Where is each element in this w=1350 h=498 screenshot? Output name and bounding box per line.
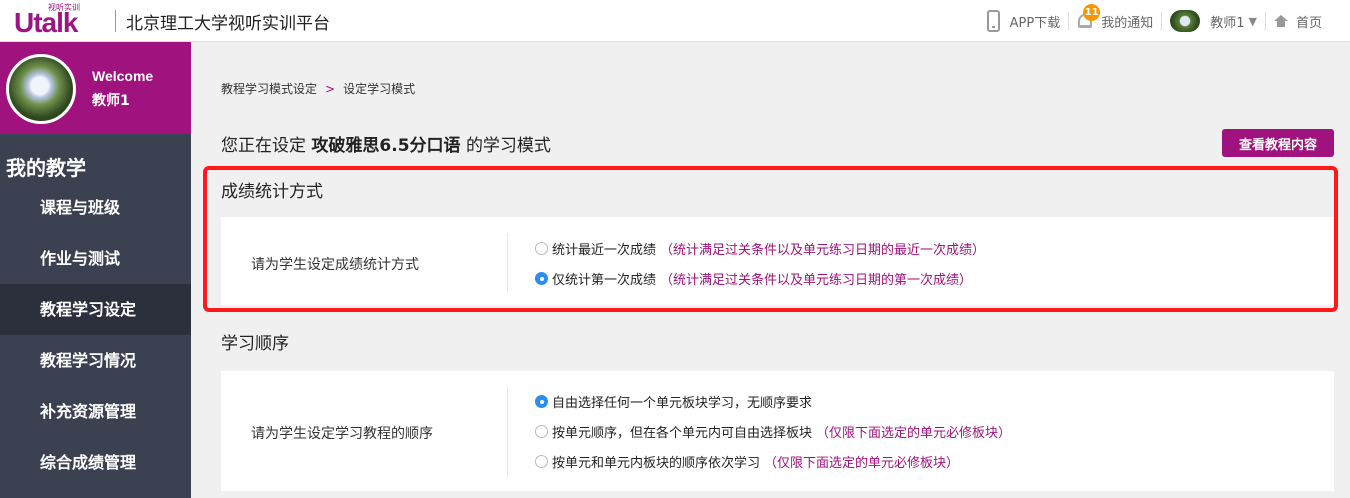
course-name: 攻破雅思6.5分口语 bbox=[311, 136, 461, 156]
score-section-title: 成绩统计方式 bbox=[221, 182, 323, 202]
menu-title: 我的教学 bbox=[6, 156, 86, 180]
breadcrumb: 教程学习模式设定 > 设定学习模式 bbox=[221, 80, 415, 97]
profile-name: 教师1 bbox=[92, 93, 130, 109]
avatar bbox=[1170, 10, 1201, 32]
breadcrumb-current: 设定学习模式 bbox=[343, 82, 416, 96]
app-download-link[interactable]: APP下载 bbox=[979, 0, 1069, 42]
welcome-text: Welcome bbox=[92, 68, 154, 84]
panel-divider bbox=[507, 387, 508, 477]
option-note: （统计满足过关条件以及单元练习日期的第一次成绩） bbox=[660, 273, 973, 288]
home-link[interactable]: 首页 bbox=[1266, 0, 1330, 42]
order-panel: 请为学生设定学习教程的顺序 自由选择任何一个单元板块学习，无顺序要求 按单元顺序… bbox=[221, 371, 1334, 491]
score-option-latest[interactable]: 统计最近一次成绩 （统计满足过关条件以及单元练习日期的最近一次成绩） bbox=[535, 239, 985, 258]
logo-divider bbox=[115, 10, 116, 32]
phone-icon bbox=[986, 10, 1000, 32]
notifications-link[interactable]: 11 我的通知 bbox=[1069, 0, 1161, 42]
title-suffix: 的学习模式 bbox=[465, 136, 551, 156]
radio-unchecked[interactable] bbox=[535, 242, 548, 255]
user-menu[interactable]: 教师1 ▼ bbox=[1162, 0, 1265, 42]
bell-icon: 11 bbox=[1077, 4, 1101, 30]
sidebar-item-homework[interactable]: 作业与测试 bbox=[0, 233, 191, 284]
sidebar-item-courses[interactable]: 课程与班级 bbox=[0, 182, 191, 233]
user-name: 教师1 bbox=[1210, 15, 1245, 31]
app-download-label: APP下载 bbox=[1009, 15, 1061, 31]
option-text: 按单元和单元内板块的顺序依次学习 bbox=[552, 456, 761, 471]
radio-checked[interactable] bbox=[535, 395, 548, 408]
top-bar: 视听实训 Utalk 北京理工大学视听实训平台 APP下载 11 我的通知 教师… bbox=[0, 0, 1350, 42]
order-setting-label: 请为学生设定学习教程的顺序 bbox=[251, 426, 433, 442]
option-text: 统计最近一次成绩 bbox=[552, 243, 657, 258]
main-content: 教程学习模式设定 > 设定学习模式 您正在设定 攻破雅思6.5分口语 的学习模式 查… bbox=[191, 42, 1350, 498]
user-profile: Welcome 教师1 bbox=[0, 42, 191, 134]
option-text: 自由选择任何一个单元板块学习，无顺序要求 bbox=[552, 396, 813, 411]
score-setting-label: 请为学生设定成绩统计方式 bbox=[251, 257, 419, 273]
platform-title: 北京理工大学视听实训平台 bbox=[126, 14, 330, 34]
sidebar-item-tutorial-progress[interactable]: 教程学习情况 bbox=[0, 335, 191, 386]
option-text: 按单元顺序，但在各个单元内可自由选择板块 bbox=[552, 426, 813, 441]
option-note: （仅限下面选定的单元必修板块） bbox=[816, 426, 1012, 441]
breadcrumb-link[interactable]: 教程学习模式设定 bbox=[221, 82, 317, 96]
radio-checked[interactable] bbox=[535, 272, 548, 285]
home-label: 首页 bbox=[1295, 15, 1322, 31]
page-title: 您正在设定 攻破雅思6.5分口语 的学习模式 bbox=[221, 131, 551, 156]
order-option-unit-sequence[interactable]: 按单元顺序，但在各个单元内可自由选择板块 （仅限下面选定的单元必修板块） bbox=[535, 422, 1011, 441]
title-prefix: 您正在设定 bbox=[221, 136, 306, 156]
radio-unchecked[interactable] bbox=[535, 455, 548, 468]
breadcrumb-separator: > bbox=[325, 82, 336, 96]
score-option-first[interactable]: 仅统计第一次成绩 （统计满足过关条件以及单元练习日期的第一次成绩） bbox=[535, 269, 972, 288]
option-text: 仅统计第一次成绩 bbox=[552, 273, 657, 288]
sidebar-item-grades[interactable]: 综合成绩管理 bbox=[0, 437, 191, 488]
radio-unchecked[interactable] bbox=[535, 425, 548, 438]
order-option-strict-sequence[interactable]: 按单元和单元内板块的顺序依次学习 （仅限下面选定的单元必修板块） bbox=[535, 452, 959, 471]
option-note: （仅限下面选定的单元必修板块） bbox=[764, 456, 960, 471]
order-section-title: 学习顺序 bbox=[221, 334, 289, 354]
sidebar: Welcome 教师1 我的教学 课程与班级 作业与测试 教程学习设定 教程学习… bbox=[0, 42, 191, 498]
sidebar-item-resources[interactable]: 补充资源管理 bbox=[0, 386, 191, 437]
sidebar-item-tutorial-settings[interactable]: 教程学习设定 bbox=[0, 284, 191, 335]
score-panel: 请为学生设定成绩统计方式 统计最近一次成绩 （统计满足过关条件以及单元练习日期的… bbox=[221, 217, 1334, 305]
profile-avatar[interactable] bbox=[6, 54, 76, 124]
notification-badge: 11 bbox=[1083, 4, 1101, 21]
caret-down-icon: ▼ bbox=[1248, 14, 1257, 28]
notifications-label: 我的通知 bbox=[1101, 15, 1154, 31]
view-tutorial-button[interactable]: 查看教程内容 bbox=[1222, 129, 1334, 157]
logo-wordmark: Utalk bbox=[14, 7, 78, 38]
option-note: （统计满足过关条件以及单元练习日期的最近一次成绩） bbox=[660, 243, 986, 258]
panel-divider bbox=[507, 233, 508, 291]
top-nav: APP下载 11 我的通知 教师1 ▼ 首页 bbox=[979, 0, 1330, 42]
order-option-free[interactable]: 自由选择任何一个单元板块学习，无顺序要求 bbox=[535, 392, 812, 411]
home-icon bbox=[1273, 15, 1288, 27]
